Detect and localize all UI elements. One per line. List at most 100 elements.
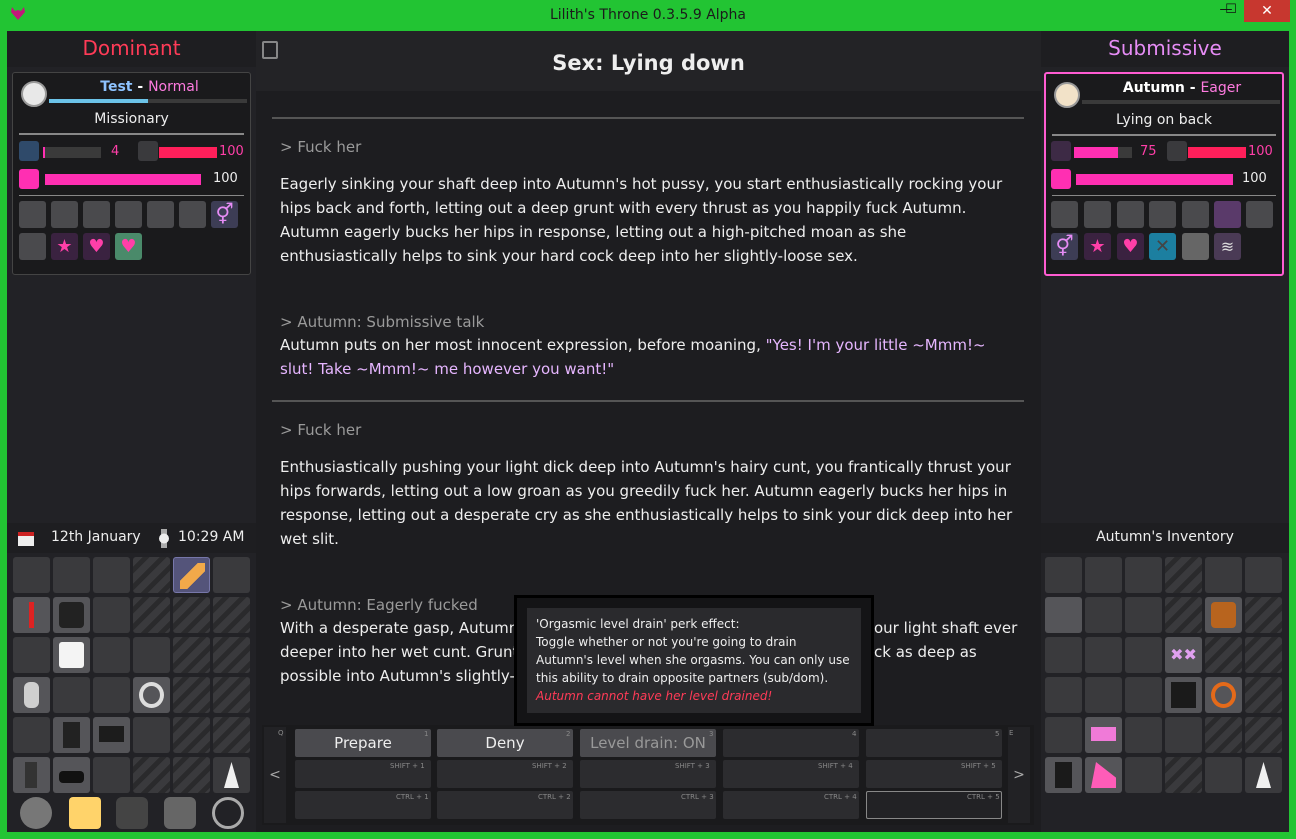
inventory-bag-icon[interactable]: [116, 797, 148, 829]
dominant-character-card[interactable]: Test - Normal Missionary 4 100 100 ⚥ ★ ♥…: [12, 72, 251, 275]
characters-icon[interactable]: [164, 797, 196, 829]
equipment-slot[interactable]: [1125, 717, 1162, 753]
gloves-item-slot[interactable]: [1165, 677, 1202, 713]
stockings-item-slot[interactable]: [1045, 757, 1082, 793]
anus-orifice-icon[interactable]: [1182, 201, 1209, 228]
hair-item-slot[interactable]: [1045, 597, 1082, 633]
arousal-wings-icon[interactable]: [19, 141, 39, 161]
equipment-slot[interactable]: [133, 717, 170, 753]
equipment-slot[interactable]: [1125, 637, 1162, 673]
thermometer-icon[interactable]: [138, 141, 158, 161]
equipment-slot[interactable]: [1085, 597, 1122, 633]
equipment-slot[interactable]: [1125, 597, 1162, 633]
close-button[interactable]: ✕: [1244, 0, 1290, 22]
layers-effect-icon[interactable]: ≋: [1214, 233, 1241, 260]
equipment-slot[interactable]: [1085, 637, 1122, 673]
boxers-item-slot[interactable]: [93, 717, 130, 753]
socks-item-slot[interactable]: [13, 757, 50, 793]
equipment-slot[interactable]: [133, 637, 170, 673]
trousers-item-slot[interactable]: [53, 717, 90, 753]
nipple-orifice-icon[interactable]: [83, 201, 110, 228]
pasties-item-slot[interactable]: ✖✖: [1165, 637, 1202, 673]
blue-cross-effect-icon[interactable]: ✕: [1149, 233, 1176, 260]
equipment-slot[interactable]: [1245, 557, 1282, 593]
thermometer-icon[interactable]: [1167, 141, 1187, 161]
deny-button[interactable]: Deny: [437, 729, 573, 757]
condom-item-slot[interactable]: [173, 557, 210, 593]
heels-item-slot[interactable]: [1085, 757, 1122, 793]
ring-item-slot[interactable]: [133, 677, 170, 713]
gender-symbol-icon[interactable]: ⚥: [1051, 233, 1078, 260]
character-name[interactable]: Test - Normal: [49, 79, 250, 95]
submissive-character-card[interactable]: Autumn - Eager Lying on back 75 100 100 …: [1044, 72, 1284, 276]
equipment-slot[interactable]: [1045, 717, 1082, 753]
equipment-slot[interactable]: [93, 597, 130, 633]
tie-item-slot[interactable]: [13, 597, 50, 633]
heart-icon[interactable]: [19, 169, 39, 189]
equipment-slot[interactable]: [53, 677, 90, 713]
mouth-orifice-icon[interactable]: [19, 201, 46, 228]
star-effect-icon[interactable]: ★: [51, 233, 78, 260]
equipment-slot[interactable]: [53, 557, 90, 593]
phone-icon[interactable]: [69, 797, 101, 829]
heart-icon[interactable]: [1051, 169, 1071, 189]
anus-orifice-icon[interactable]: [147, 201, 174, 228]
equipment-slot[interactable]: [1125, 757, 1162, 793]
equipment-slot[interactable]: [1085, 677, 1122, 713]
feather-avatar-icon[interactable]: [21, 81, 47, 107]
shoes-item-slot[interactable]: [53, 757, 90, 793]
vagina-orifice-icon[interactable]: [115, 201, 142, 228]
star-effect-icon[interactable]: ★: [1084, 233, 1111, 260]
shirt-item-slot[interactable]: [53, 637, 90, 673]
penis-status-icon[interactable]: [19, 233, 46, 260]
equipment-slot[interactable]: [13, 637, 50, 673]
settings-gear-icon[interactable]: [20, 797, 52, 829]
thigh-orifice-icon[interactable]: [1246, 201, 1273, 228]
equipment-slot[interactable]: [1045, 677, 1082, 713]
outfit-slot[interactable]: [1245, 757, 1282, 793]
maximize-button[interactable]: ☐: [1218, 0, 1244, 22]
equipment-slot[interactable]: [93, 677, 130, 713]
gender-symbol-icon[interactable]: ⚥: [211, 201, 238, 228]
thigh-orifice-icon[interactable]: [179, 201, 206, 228]
vagina-orifice-icon[interactable]: [1149, 201, 1176, 228]
equipment-slot[interactable]: [1125, 677, 1162, 713]
mouth-orifice-icon[interactable]: [1051, 201, 1078, 228]
equipment-slot[interactable]: [1125, 557, 1162, 593]
suit-jacket-item-slot[interactable]: [53, 597, 90, 633]
watch-item-slot[interactable]: [13, 677, 50, 713]
mask-effect-icon[interactable]: [1182, 233, 1209, 260]
hearts-effect-icon[interactable]: ♥: [1117, 233, 1144, 260]
equipment-slot[interactable]: [93, 637, 130, 673]
breast-orifice-icon[interactable]: [1084, 201, 1111, 228]
empty-action-slot[interactable]: [866, 729, 1002, 757]
equipment-slot[interactable]: [1165, 717, 1202, 753]
equipment-slot[interactable]: [1045, 637, 1082, 673]
character-name[interactable]: Autumn - Eager: [1082, 80, 1282, 96]
heart-potion-effect-icon[interactable]: ♥: [115, 233, 142, 260]
zoom-out-icon[interactable]: [212, 797, 244, 829]
skirt-item-slot[interactable]: [1085, 717, 1122, 753]
pink-orb-orifice-icon[interactable]: [1214, 201, 1241, 228]
necklace-item-slot[interactable]: [1205, 597, 1242, 633]
equipment-slot[interactable]: [13, 717, 50, 753]
equipment-slot[interactable]: [213, 557, 250, 593]
equipment-slot[interactable]: [1205, 557, 1242, 593]
bracelet-item-slot[interactable]: [1205, 677, 1242, 713]
next-page-button[interactable]: >: [1008, 727, 1030, 823]
level-drain-toggle-button[interactable]: Level drain: ON: [580, 729, 716, 757]
equipment-slot[interactable]: [1205, 757, 1242, 793]
empty-action-slot[interactable]: [723, 729, 859, 757]
prepare-button[interactable]: Prepare: [295, 729, 431, 757]
equipment-slot[interactable]: [1085, 557, 1122, 593]
arousal-wings-icon[interactable]: [1051, 141, 1071, 161]
equipment-slot[interactable]: [1045, 557, 1082, 593]
equipment-slot[interactable]: [93, 757, 130, 793]
outfit-slot[interactable]: [213, 757, 250, 793]
nipple-orifice-icon[interactable]: [1117, 201, 1144, 228]
hearts-effect-icon[interactable]: ♥: [83, 233, 110, 260]
breast-orifice-icon[interactable]: [51, 201, 78, 228]
boot-avatar-icon[interactable]: [1054, 82, 1080, 108]
previous-page-button[interactable]: <: [264, 727, 286, 823]
equipment-slot[interactable]: [13, 557, 50, 593]
